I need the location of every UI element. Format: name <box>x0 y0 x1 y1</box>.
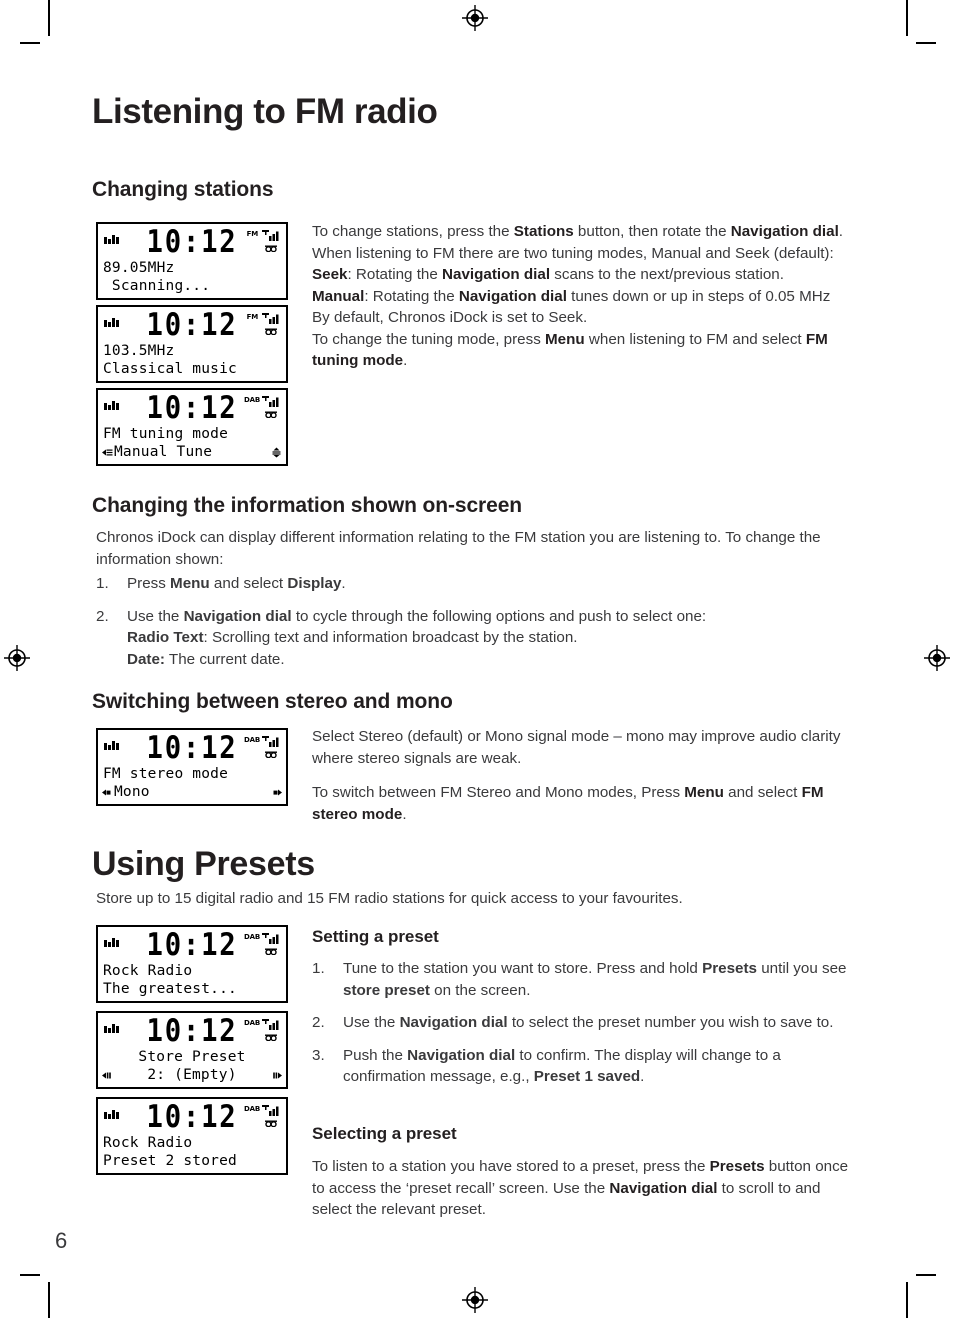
lcd-line-1: 103.5MHz <box>103 343 175 359</box>
signal-bars-icon <box>262 1103 280 1116</box>
lcd-line-1: Rock Radio <box>103 1135 193 1151</box>
paragraph-line: By default, Chronos iDock is set to Seek… <box>312 309 588 326</box>
page-number: 6 <box>55 1228 68 1253</box>
crop-mark-bottom-left-vertical <box>48 1282 50 1318</box>
list-text: Tune to the station you want to store. P… <box>343 960 847 999</box>
page-content: Listening to FM radio Changing stations … <box>55 0 862 1318</box>
list-item: 1. Press Menu and select Display. <box>96 573 856 595</box>
list-text: Press Menu and select Display. <box>127 575 346 592</box>
heading-changing-information: Changing the information shown on-screen <box>92 494 523 517</box>
paragraph-line: Manual: Rotating the Navigation dial tun… <box>312 287 831 305</box>
paragraph-line: To change the tuning mode, press Menu wh… <box>312 330 828 370</box>
scroll-updown-icon <box>271 445 282 458</box>
crop-mark-top-left-horizontal <box>20 42 40 44</box>
paragraph-line: Seek: Rotating the Navigation dial scans… <box>312 266 784 283</box>
list-text: Use the Navigation dial to select the pr… <box>343 1014 834 1031</box>
stereo-icon <box>265 1028 277 1042</box>
lcd-line-2: Preset 2 stored <box>103 1153 237 1169</box>
paragraph-selecting-a-preset: To listen to a station you have stored t… <box>312 1158 849 1218</box>
lcd-line-1: FM stereo mode <box>103 766 229 782</box>
signal-bars-icon <box>262 228 280 241</box>
lcd-band-label: DAB <box>244 1105 260 1113</box>
lcd-line-2: Classical music <box>103 361 237 377</box>
registration-mark-right <box>924 645 950 671</box>
lcd-preset-stored: 10:12 DAB Rock Radio Preset 2 stored <box>96 1097 288 1175</box>
list-item: 2. Use the Navigation dial to select the… <box>312 1012 860 1034</box>
lcd-band-label: DAB <box>244 396 260 404</box>
list-number: 1. <box>96 575 109 592</box>
lcd-fm-tuning-mode: 10:12 DAB FM tuning mode Manual Tune <box>96 388 288 466</box>
lcd-line-2: The greatest... <box>103 981 237 997</box>
crop-mark-bottom-left-horizontal <box>20 1274 40 1276</box>
lcd-fm-stereo-mode: 10:12 DAB FM stereo mode Mono <box>96 728 288 806</box>
paragraph-stereo-mono-2: To switch between FM Stereo and Mono mod… <box>312 784 824 823</box>
list-number: 2. <box>96 607 109 625</box>
list-number: 1. <box>312 960 325 977</box>
paragraph-line: To change stations, press the Stations b… <box>312 223 844 240</box>
list-number: 3. <box>312 1046 325 1064</box>
stereo-icon <box>265 942 277 956</box>
page-title: Listening to FM radio <box>92 92 438 131</box>
heading-setting-a-preset: Setting a preset <box>312 927 439 946</box>
paragraph-line: When listening to FM there are two tunin… <box>312 244 834 262</box>
lcd-store-preset: 10:12 DAB Store Preset 2: (Empty) <box>96 1011 288 1089</box>
crop-mark-top-left-vertical <box>48 0 50 36</box>
crop-mark-bottom-right-vertical <box>906 1282 908 1318</box>
signal-bars-icon <box>262 1017 280 1030</box>
stereo-icon <box>265 1114 277 1128</box>
stereo-icon <box>265 239 277 253</box>
lcd-fm-scanning: 10:12 FM 89.05MHz Scanning... <box>96 222 288 300</box>
lcd-rock-radio: 10:12 DAB Rock Radio The greatest... <box>96 925 288 1003</box>
crop-mark-top-right-horizontal <box>916 42 936 44</box>
lcd-line-2: Scanning... <box>103 278 211 294</box>
list-item: 1. Tune to the station you want to store… <box>312 958 860 1001</box>
lcd-band-label: DAB <box>244 933 260 941</box>
heading-stereo-mono: Switching between stereo and mono <box>92 690 453 713</box>
lcd-line-1: 89.05MHz <box>103 260 175 276</box>
lcd-band-label: DAB <box>244 736 260 744</box>
lcd-line-1: Rock Radio <box>103 963 193 979</box>
scroll-right-icon <box>271 785 282 796</box>
scroll-left-icon <box>102 445 113 456</box>
stereo-icon <box>265 322 277 336</box>
signal-bars-icon <box>262 311 280 324</box>
list-item: 2. Use the Navigation dial to cycle thro… <box>96 606 856 671</box>
heading-changing-stations: Changing stations <box>92 178 274 201</box>
signal-bars-icon <box>262 931 280 944</box>
lcd-line-2: Manual Tune <box>114 444 213 460</box>
intro-changing-information: Chronos iDock can display different info… <box>96 529 821 568</box>
heading-selecting-a-preset: Selecting a preset <box>312 1124 457 1143</box>
lcd-line-2: Mono <box>114 784 150 800</box>
registration-mark-left <box>4 645 30 671</box>
steps-changing-information: 1. Press Menu and select Display. 2. Use… <box>96 573 856 681</box>
lcd-band-label: FM <box>246 230 259 238</box>
scroll-left-icon <box>102 785 113 796</box>
heading-using-presets: Using Presets <box>92 845 315 883</box>
paragraph-changing-stations: To change stations, press the Stations b… <box>312 221 860 372</box>
crop-mark-bottom-right-horizontal <box>916 1274 936 1276</box>
signal-bars-icon <box>262 734 280 747</box>
list-item: 3. Push the Navigation dial to confirm. … <box>312 1045 860 1088</box>
list-text: Push the Navigation dial to confirm. The… <box>343 1046 781 1086</box>
lcd-line-1: FM tuning mode <box>103 426 229 442</box>
stereo-icon <box>265 745 277 759</box>
lcd-line-1: Store Preset <box>138 1049 246 1065</box>
paragraph-stereo-mono-1: Select Stereo (default) or Mono signal m… <box>312 728 841 767</box>
lcd-band-label: DAB <box>244 1019 260 1027</box>
crop-mark-top-right-vertical <box>906 0 908 36</box>
lcd-band-label: FM <box>246 313 259 321</box>
signal-bars-icon <box>262 394 280 407</box>
scroll-right-icon <box>271 1068 282 1079</box>
lcd-line-2: 2: (Empty) <box>147 1067 237 1083</box>
list-text: Use the Navigation dial to cycle through… <box>127 607 707 668</box>
intro-using-presets: Store up to 15 digital radio and 15 FM r… <box>96 890 683 907</box>
list-number: 2. <box>312 1014 325 1031</box>
steps-setting-a-preset: 1. Tune to the station you want to store… <box>312 958 860 1099</box>
stereo-icon <box>265 405 277 419</box>
lcd-fm-classical: 10:12 FM 103.5MHz Classical music <box>96 305 288 383</box>
